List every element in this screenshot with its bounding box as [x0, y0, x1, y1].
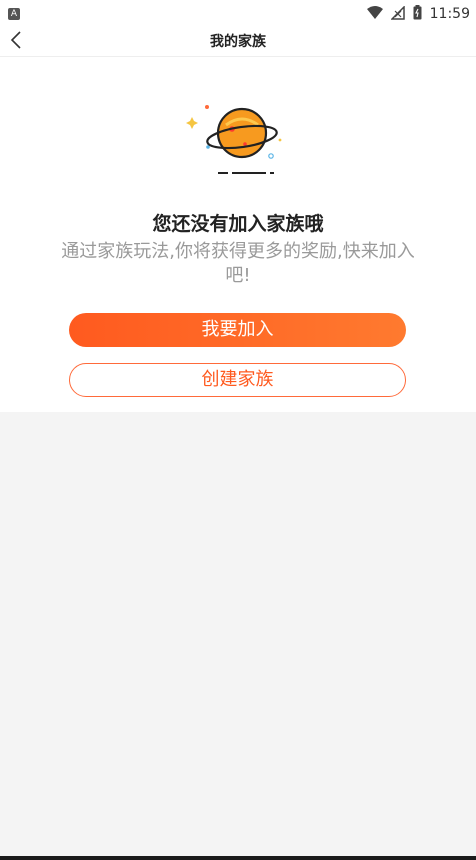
- battery-icon: [413, 4, 422, 24]
- page-title: 我的家族: [210, 34, 266, 50]
- planet-icon: [180, 97, 296, 183]
- status-time: 11:59: [429, 6, 470, 22]
- chevron-left-icon: [10, 31, 22, 53]
- empty-state-panel: 您还没有加入家族哦 通过家族玩法,你将获得更多的奖励,快来加入吧! 我要加入 创…: [0, 57, 476, 412]
- status-icons: 11:59: [366, 4, 470, 24]
- bottom-edge: [0, 856, 476, 860]
- create-family-button[interactable]: 创建家族: [69, 363, 406, 397]
- app-badge-icon: A: [8, 8, 20, 20]
- empty-state-description: 通过家族玩法,你将获得更多的奖励,快来加入吧!: [61, 241, 415, 286]
- wifi-icon: [366, 5, 383, 24]
- empty-state-title: 您还没有加入家族哦: [152, 213, 324, 235]
- status-bar: A 11:59: [0, 0, 476, 28]
- header: 我的家族: [0, 28, 476, 57]
- signal-icon: [389, 4, 405, 24]
- join-family-button[interactable]: 我要加入: [69, 313, 406, 347]
- back-button[interactable]: [4, 28, 28, 56]
- screen: A 11:59 我的家族 您还没有加入家族哦 通过家族玩法,你将获得更多的奖励,…: [0, 0, 476, 860]
